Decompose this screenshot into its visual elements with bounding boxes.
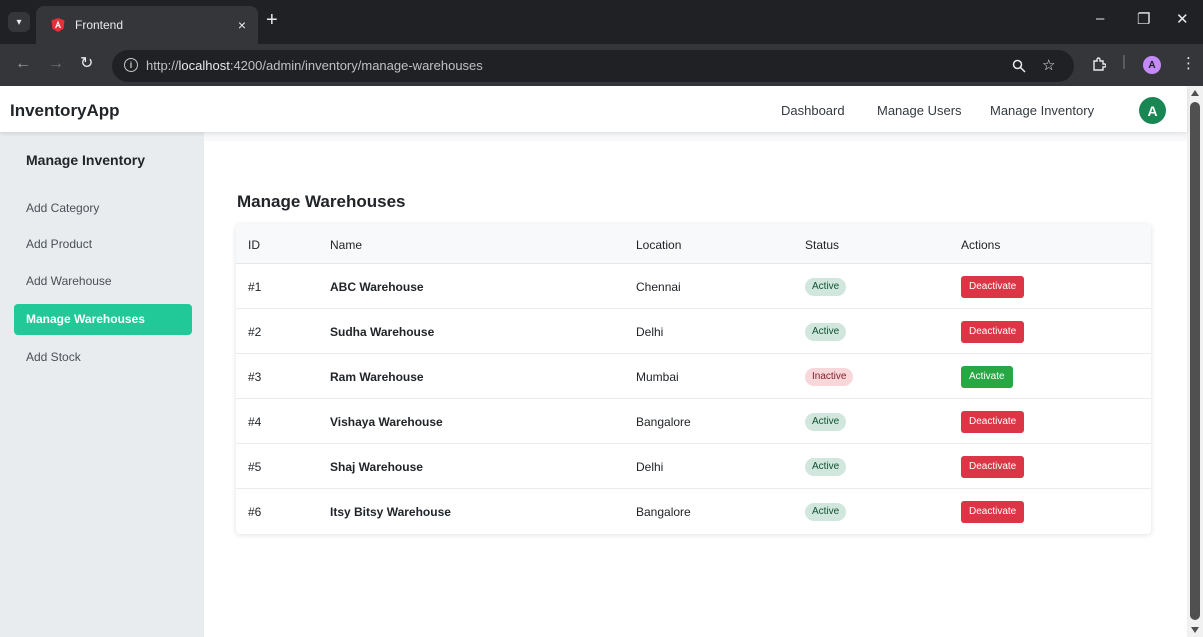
sidebar: Manage Inventory Add Category Add Produc… bbox=[0, 132, 204, 637]
nav-manage-users[interactable]: Manage Users bbox=[877, 103, 962, 118]
row-name: Itsy Bitsy Warehouse bbox=[330, 505, 451, 519]
scrollbar-thumb[interactable] bbox=[1190, 102, 1200, 620]
app-brand[interactable]: InventoryApp bbox=[10, 101, 120, 121]
minimize-icon[interactable]: – bbox=[1096, 10, 1104, 27]
table-row: #6 Itsy Bitsy Warehouse Bangalore Active… bbox=[236, 489, 1151, 534]
avatar[interactable]: A bbox=[1139, 97, 1166, 124]
status-badge: Active bbox=[805, 323, 847, 341]
table-row: #5 Shaj Warehouse Delhi Active Deactivat… bbox=[236, 444, 1151, 489]
profile-avatar[interactable]: A bbox=[1143, 56, 1161, 74]
browser-toolbar: ← → ↻ i http://localhost:4200/admin/inve… bbox=[0, 44, 1203, 86]
table-header: ID Name Location Status Actions bbox=[236, 224, 1151, 264]
column-header-name: Name bbox=[330, 238, 363, 252]
deactivate-button[interactable]: Deactivate bbox=[961, 276, 1025, 298]
row-id: #4 bbox=[248, 415, 262, 429]
row-name: Shaj Warehouse bbox=[330, 460, 423, 474]
row-location: Mumbai bbox=[636, 370, 679, 384]
kebab-menu-icon[interactable]: ⋮ bbox=[1181, 54, 1196, 72]
url-text[interactable]: http://localhost:4200/admin/inventory/ma… bbox=[146, 58, 483, 73]
row-name: Ram Warehouse bbox=[330, 370, 424, 384]
status-badge: Inactive bbox=[805, 368, 854, 386]
row-location: Chennai bbox=[636, 280, 681, 294]
angular-icon bbox=[51, 18, 65, 32]
table-row: #4 Vishaya Warehouse Bangalore Active De… bbox=[236, 399, 1151, 444]
app-header: InventoryApp Dashboard Manage Users Mana… bbox=[0, 86, 1187, 132]
row-location: Bangalore bbox=[636, 505, 691, 519]
table-row: #1 ABC Warehouse Chennai Active Deactiva… bbox=[236, 264, 1151, 309]
address-bar[interactable]: i http://localhost:4200/admin/inventory/… bbox=[112, 50, 1074, 82]
close-window-icon[interactable]: ✕ bbox=[1176, 10, 1189, 28]
column-header-id: ID bbox=[248, 238, 260, 252]
sidebar-item-add-warehouse[interactable]: Add Warehouse bbox=[14, 266, 192, 297]
toolbar-divider: | bbox=[1122, 53, 1126, 70]
sidebar-title: Manage Inventory bbox=[26, 152, 146, 168]
puzzle-icon[interactable] bbox=[1092, 57, 1106, 72]
column-header-status: Status bbox=[805, 238, 840, 252]
deactivate-button[interactable]: Deactivate bbox=[961, 321, 1025, 343]
close-icon[interactable]: × bbox=[238, 17, 246, 33]
new-tab-button[interactable]: + bbox=[266, 10, 278, 30]
deactivate-button[interactable]: Deactivate bbox=[961, 456, 1025, 478]
zoom-icon[interactable] bbox=[1012, 59, 1026, 73]
row-id: #3 bbox=[248, 370, 262, 384]
row-name: Sudha Warehouse bbox=[330, 325, 435, 339]
page-title: Manage Warehouses bbox=[237, 192, 406, 211]
url-prefix: http:// bbox=[146, 58, 179, 73]
chevron-down-icon[interactable]: ▾ bbox=[8, 12, 30, 32]
sidebar-item-add-product[interactable]: Add Product bbox=[14, 229, 192, 260]
row-location: Bangalore bbox=[636, 415, 691, 429]
column-header-actions: Actions bbox=[961, 238, 1001, 252]
deactivate-button[interactable]: Deactivate bbox=[961, 501, 1025, 523]
scroll-up-icon[interactable] bbox=[1191, 90, 1199, 96]
sidebar-item-add-stock[interactable]: Add Stock bbox=[14, 342, 192, 373]
browser-tab-bar: ▾ Frontend × + – ❐ ✕ bbox=[0, 0, 1203, 44]
page-scrollbar[interactable] bbox=[1187, 86, 1203, 637]
status-badge: Active bbox=[805, 278, 847, 296]
scroll-down-icon[interactable] bbox=[1191, 627, 1199, 633]
reload-icon[interactable]: ↻ bbox=[80, 55, 93, 73]
row-location: Delhi bbox=[636, 325, 664, 339]
status-badge: Active bbox=[805, 503, 847, 521]
nav-dashboard[interactable]: Dashboard bbox=[781, 103, 845, 118]
status-badge: Active bbox=[805, 413, 847, 431]
warehouses-table: ID Name Location Status Actions #1 ABC W… bbox=[236, 224, 1151, 534]
sidebar-item-add-category[interactable]: Add Category bbox=[14, 193, 192, 224]
url-path: :4200/admin/inventory/manage-warehouses bbox=[229, 58, 483, 73]
row-id: #5 bbox=[248, 460, 262, 474]
status-badge: Active bbox=[805, 458, 847, 476]
back-arrow-icon[interactable]: ← bbox=[15, 55, 31, 73]
row-id: #6 bbox=[248, 505, 262, 519]
info-icon[interactable]: i bbox=[124, 58, 138, 72]
row-id: #2 bbox=[248, 325, 262, 339]
sidebar-item-manage-warehouses[interactable]: Manage Warehouses bbox=[14, 304, 192, 335]
table-row: #3 Ram Warehouse Mumbai Inactive Activat… bbox=[236, 354, 1151, 399]
restore-icon[interactable]: ❐ bbox=[1137, 10, 1150, 28]
nav-manage-inventory[interactable]: Manage Inventory bbox=[990, 103, 1094, 118]
row-name: ABC Warehouse bbox=[330, 280, 424, 294]
table-row: #2 Sudha Warehouse Delhi Active Deactiva… bbox=[236, 309, 1151, 354]
activate-button[interactable]: Activate bbox=[961, 366, 1013, 388]
column-header-location: Location bbox=[636, 238, 682, 252]
deactivate-button[interactable]: Deactivate bbox=[961, 411, 1025, 433]
row-name: Vishaya Warehouse bbox=[330, 415, 443, 429]
main-content: Manage Warehouses ID Name Location Statu… bbox=[204, 141, 1187, 637]
row-location: Delhi bbox=[636, 460, 664, 474]
tab-title: Frontend bbox=[75, 18, 124, 32]
row-id: #1 bbox=[248, 280, 262, 294]
url-host: localhost bbox=[178, 58, 230, 73]
browser-tab[interactable]: Frontend × bbox=[36, 6, 258, 44]
forward-arrow-icon[interactable]: → bbox=[48, 55, 64, 73]
star-icon[interactable]: ☆ bbox=[1042, 56, 1055, 74]
